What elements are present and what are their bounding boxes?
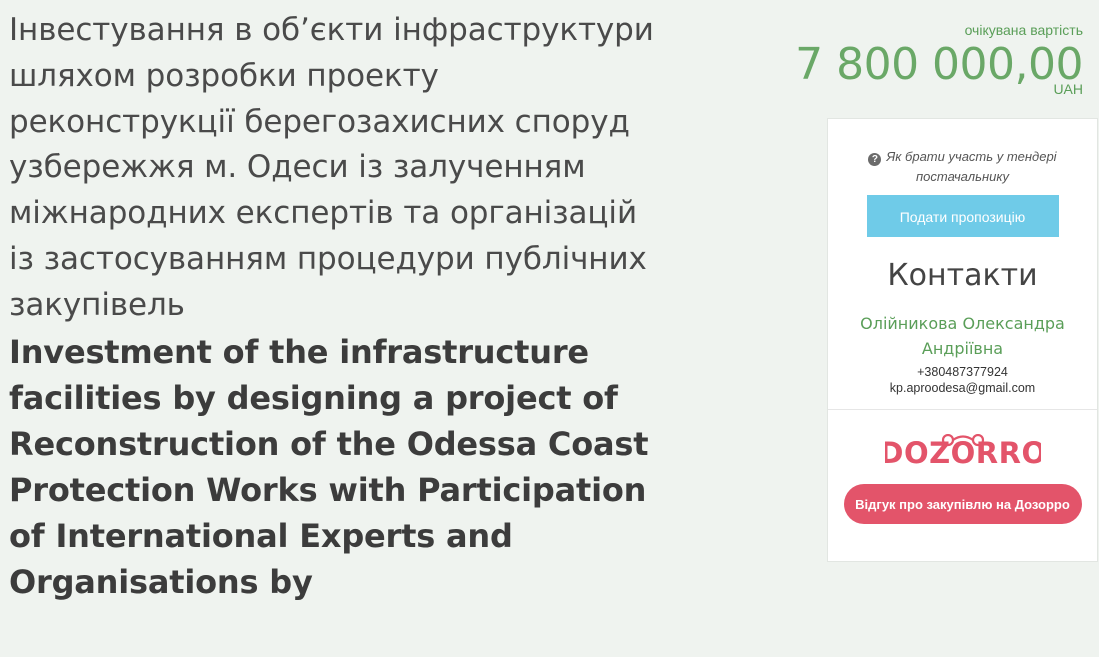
question-circle-icon: ? — [868, 153, 882, 166]
contact-email: kp.aproodesa@gmail.com — [889, 381, 1036, 395]
expected-value-label: очікувана вартість — [964, 22, 1083, 38]
expected-value-amount: 7 800 000,00 — [795, 39, 1083, 90]
tender-title-english: Investment of the infrastructure facilit… — [9, 332, 649, 601]
tender-title-block: Інвестування в об’єкти інфраструктури шл… — [9, 8, 799, 605]
expected-value-block: очікувана вартість 7 800 000,00 UAH — [795, 20, 1083, 96]
sidebar-divider — [828, 409, 1097, 410]
how-to-participate-link[interactable]: ? Як брати участь у тендері постачальнику — [828, 147, 1097, 187]
dozorro-logo-text: DOZORRO — [885, 436, 1041, 470]
tender-page: Інвестування в об’єкти інфраструктури шл… — [0, 0, 1099, 657]
dozorro-review-button[interactable]: Відгук про закупівлю на Дозорро — [843, 484, 1082, 524]
how-to-participate-text: Як брати участь у тендері постачальнику — [886, 149, 1057, 184]
tender-title-ukrainian: Інвестування в об’єкти інфраструктури шл… — [9, 12, 654, 323]
contact-phone: +380487377924 — [917, 365, 1008, 379]
dozorro-logo[interactable]: DOZORRO — [885, 434, 1041, 470]
submit-proposal-button[interactable]: Подати пропозицію — [866, 195, 1059, 237]
contacts-heading: Контакти — [887, 258, 1038, 293]
tender-sidebar-card: ? Як брати участь у тендері постачальнику… — [827, 118, 1098, 562]
contact-person-name: Олійникова Олександра Андріївна — [860, 314, 1065, 358]
